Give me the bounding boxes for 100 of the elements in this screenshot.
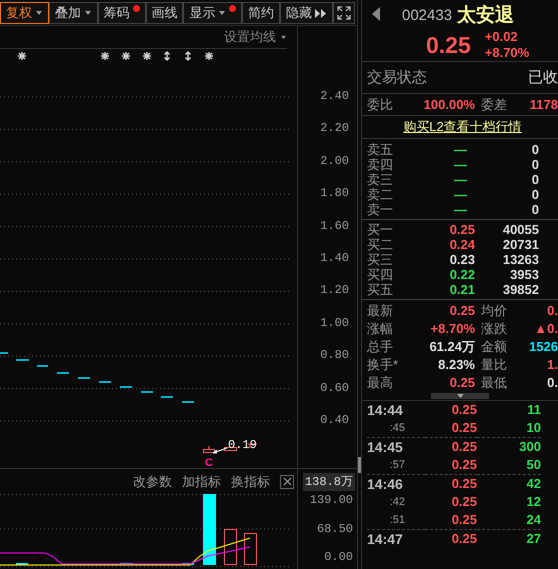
toolbar-tab[interactable]: 画线 bbox=[146, 2, 184, 24]
signal-mark: C bbox=[205, 457, 213, 468]
field-value: 已收 bbox=[528, 68, 558, 87]
volume-axis-label: 0.00 bbox=[324, 550, 353, 564]
splitter-handle[interactable] bbox=[358, 457, 361, 473]
order-price: — bbox=[453, 202, 468, 217]
ma-setting-dropdown[interactable]: 设置均线 bbox=[224, 28, 287, 46]
order-level-label: 卖一 bbox=[367, 202, 394, 217]
stock-name: 太安退 bbox=[457, 4, 514, 28]
trade-price: 0.25 bbox=[425, 474, 477, 493]
caret-icon bbox=[84, 10, 92, 16]
order-level-label: 买三 bbox=[367, 252, 394, 267]
order-price: — bbox=[453, 187, 468, 202]
toolbar-tab[interactable]: 隐藏 bbox=[280, 2, 334, 24]
asterisk-icon bbox=[100, 51, 110, 61]
stat-label: 涨跌 bbox=[480, 320, 508, 338]
order-level-label: 买四 bbox=[367, 267, 394, 282]
expand-bar[interactable] bbox=[431, 393, 489, 399]
order-price: 0.21 bbox=[448, 282, 475, 297]
order-price: 0.23 bbox=[448, 252, 475, 267]
order-price: 0.25 bbox=[448, 222, 475, 237]
order-price: — bbox=[453, 142, 468, 157]
caret-icon bbox=[280, 34, 287, 40]
indicator-button[interactable]: 加指标 bbox=[182, 472, 221, 490]
trade-time: :45 bbox=[388, 421, 406, 436]
order-volume: 0 bbox=[530, 157, 539, 172]
field-label: 委差 bbox=[481, 96, 507, 114]
order-volume: 0 bbox=[530, 202, 539, 217]
order-level-label: 卖二 bbox=[367, 187, 394, 202]
indicator-button[interactable]: 改参数 bbox=[133, 472, 172, 490]
stat-label: 最低 bbox=[480, 374, 508, 392]
stat-value: 1. bbox=[546, 356, 558, 374]
stat-label: 换手* bbox=[367, 356, 400, 374]
double-arrow-icon bbox=[315, 8, 328, 18]
price-axis-label: 1.80 bbox=[320, 186, 349, 200]
toolbar-tab[interactable]: 显示 bbox=[183, 2, 242, 24]
stat-value: 0.25 bbox=[448, 302, 475, 320]
order-volume: 0 bbox=[530, 187, 539, 202]
stat-value: ▲0. bbox=[533, 320, 558, 338]
up-down-arrow-icon bbox=[164, 50, 170, 62]
trade-time: :57 bbox=[388, 458, 406, 473]
caret-icon bbox=[456, 394, 464, 398]
stat-label: 金额 bbox=[480, 338, 508, 356]
price-axis-label: 1.20 bbox=[320, 283, 349, 298]
trade-price: 0.25 bbox=[450, 511, 477, 529]
asterisk-icon bbox=[17, 51, 27, 61]
trade-price: 0.25 bbox=[450, 401, 477, 419]
back-button[interactable] bbox=[372, 6, 380, 24]
field-label: 交易状态 bbox=[367, 68, 427, 87]
order-volume: 0 bbox=[530, 142, 539, 157]
order-level-label: 买一 bbox=[367, 222, 394, 237]
order-volume: 39852 bbox=[502, 282, 539, 297]
stock-code: 002433 bbox=[402, 6, 452, 24]
l2-purchase-link[interactable]: 购买L2查看十档行情 bbox=[403, 118, 522, 136]
asterisk-icon bbox=[142, 51, 152, 61]
stat-value: 0. bbox=[546, 302, 558, 320]
order-volume: 40055 bbox=[502, 222, 539, 237]
fullscreen-icon bbox=[337, 6, 352, 20]
price-change-percent: +8.70% bbox=[484, 45, 530, 61]
trade-time: :42 bbox=[388, 495, 406, 510]
stat-value: 0.25 bbox=[448, 374, 475, 392]
stat-value: 61.24万 bbox=[428, 338, 475, 356]
stat-label: 总手 bbox=[367, 338, 394, 356]
stat-value: 1526 bbox=[528, 338, 558, 356]
price-change: +0.02 bbox=[484, 29, 519, 45]
price-axis-label: 1.60 bbox=[320, 218, 349, 233]
stat-label: 均价 bbox=[480, 302, 508, 320]
stat-label: 最高 bbox=[367, 374, 394, 392]
order-volume: 3953 bbox=[509, 267, 539, 282]
stat-value: 0. bbox=[546, 374, 558, 392]
trade-time: 14:45 bbox=[367, 437, 425, 456]
stat-label: 量比 bbox=[480, 356, 508, 374]
trade-volume: 27 bbox=[477, 529, 541, 548]
toolbar-tab[interactable]: 复权 bbox=[0, 2, 49, 24]
trade-volume: 300 bbox=[477, 437, 541, 456]
price-axis-label: 2.20 bbox=[320, 121, 349, 136]
volume-axis-label: 68.50 bbox=[316, 522, 353, 536]
toolbar-tab[interactable]: 简约 bbox=[242, 2, 280, 24]
order-volume: 20731 bbox=[502, 237, 539, 252]
indicator-button[interactable]: 换指标 bbox=[231, 472, 270, 490]
notification-dot bbox=[229, 5, 236, 12]
trade-price: 0.25 bbox=[450, 419, 477, 437]
toolbar-tab[interactable]: 叠加 bbox=[48, 2, 98, 24]
left-arrow-icon bbox=[372, 6, 380, 20]
trade-volume: 42 bbox=[477, 474, 541, 493]
fullscreen-button[interactable] bbox=[333, 2, 356, 24]
asterisk-icon bbox=[204, 51, 214, 61]
stat-label: 涨幅 bbox=[367, 320, 394, 338]
up-down-arrow-icon bbox=[184, 50, 192, 62]
last-price: 0.25 bbox=[426, 32, 471, 58]
order-level-label: 卖三 bbox=[367, 172, 394, 187]
order-volume: 13263 bbox=[502, 252, 539, 267]
trade-price: 0.25 bbox=[450, 493, 477, 511]
price-axis-label: 0.40 bbox=[320, 412, 349, 427]
price-axis-label: 1.40 bbox=[320, 250, 349, 265]
close-button[interactable] bbox=[280, 474, 294, 488]
trade-volume: 11 bbox=[526, 401, 541, 419]
toolbar-tab[interactable]: 筹码 bbox=[98, 2, 146, 24]
order-level-label: 买五 bbox=[367, 282, 394, 297]
trade-volume: 10 bbox=[526, 419, 541, 437]
